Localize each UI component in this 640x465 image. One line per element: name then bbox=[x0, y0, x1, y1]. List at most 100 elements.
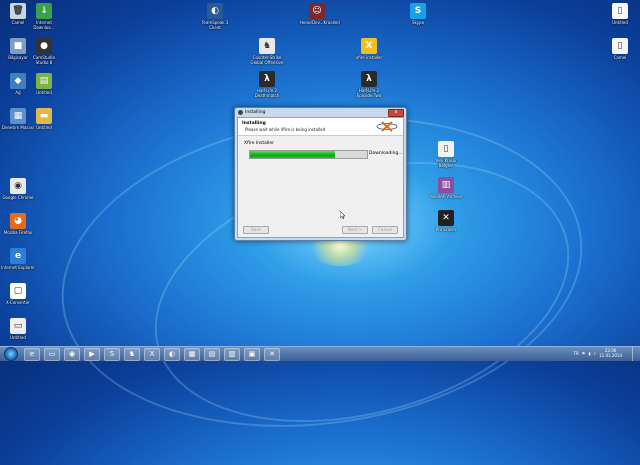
xfire-title-icon bbox=[238, 109, 243, 115]
cancel-button[interactable]: Cancel bbox=[372, 226, 398, 234]
desktop-icon-label: Untitled bbox=[10, 335, 26, 340]
document-icon: ▢ bbox=[10, 283, 26, 299]
desktop-icon-label: Counter-Strike Global Offensive bbox=[250, 55, 284, 65]
section-label: Xfire Installer bbox=[244, 141, 275, 146]
desktop-icon-label: TeamSpeak 3 Client bbox=[201, 20, 229, 30]
taskbar-app-icon[interactable]: e bbox=[24, 347, 40, 361]
desktop-icon-label: X-Converter bbox=[6, 300, 30, 305]
volume-icon[interactable]: ♪ bbox=[594, 351, 597, 356]
taskbar-app-icon[interactable]: ◐ bbox=[164, 347, 180, 361]
desktop-icon[interactable]: ▯ Yeni Klasör Belgesi bbox=[429, 141, 463, 168]
desktop-icon-label: Untitled bbox=[612, 20, 628, 25]
taskbar: e ▭ ◉ ▶ S ♞ X ◐ ▦ ▤ ▥ ▣ ✕ TR ⚑ ▮ ♪ 23:36 11.01.2014 bbox=[0, 346, 640, 361]
pinned-apps: e ▭ ◉ ▶ S ♞ X ◐ ▦ ▤ ▥ ▣ ✕ bbox=[24, 347, 284, 361]
desktop-icon-label: xfire installer bbox=[355, 55, 383, 60]
installer-body: Installing Please wait while Xfire is be… bbox=[237, 117, 404, 238]
desktop-icon-label: Internet Downloa... bbox=[33, 20, 55, 30]
desktop-icon[interactable]: ◉ Google Chrome bbox=[1, 178, 35, 200]
clock-date: 11.01.2014 bbox=[599, 353, 622, 358]
desktop-icon[interactable]: S Skype bbox=[401, 3, 435, 25]
desktop-icon[interactable]: ● CamStudio Studio 8 bbox=[27, 38, 61, 65]
desktop-icon[interactable]: e Internet Explorer bbox=[1, 248, 35, 270]
computer-icon: ■ bbox=[10, 38, 26, 54]
desktop-icon-label: Internet Explorer bbox=[1, 265, 35, 270]
taskbar-app-icon[interactable]: ♞ bbox=[124, 347, 140, 361]
desktop-icon[interactable]: λ Half-Life 2 Deathmatch bbox=[250, 71, 284, 98]
desktop-icon-label: Mozilla Firefox bbox=[3, 230, 33, 235]
internet-download-manager-icon: ↓ bbox=[36, 3, 52, 19]
progress-bar bbox=[249, 150, 368, 159]
back-button[interactable]: Back bbox=[243, 226, 269, 234]
desktop-icon-label: Yeni Klasör Belgesi bbox=[435, 158, 457, 168]
xfire-logo-icon bbox=[376, 121, 398, 132]
xfire-icon: X bbox=[361, 38, 377, 54]
blank-document-icon: ▭ bbox=[10, 318, 26, 334]
flag-icon[interactable]: ⚑ bbox=[582, 351, 586, 356]
network-tray-icon[interactable]: ▮ bbox=[588, 351, 590, 356]
internet-explorer-icon: e bbox=[10, 248, 26, 264]
start-button[interactable] bbox=[4, 347, 18, 361]
mouse-pointer-icon bbox=[340, 211, 345, 219]
network-icon: ◆ bbox=[10, 73, 26, 89]
clock[interactable]: 23:36 11.01.2014 bbox=[599, 348, 622, 358]
desktop-icon[interactable]: ▭ Untitled bbox=[1, 318, 35, 340]
game-avatar-icon: ☺ bbox=[309, 3, 325, 19]
desktop-icon[interactable]: ▤ Untitled bbox=[27, 73, 61, 95]
installer-header: Installing Please wait while Xfire is be… bbox=[238, 118, 403, 136]
desktop-icon[interactable]: ◕ Mozilla Firefox bbox=[1, 213, 35, 235]
taskbar-app-icon[interactable]: ✕ bbox=[264, 347, 280, 361]
show-desktop-button[interactable] bbox=[632, 347, 640, 361]
desktop-icon-label: Untitled bbox=[36, 125, 52, 130]
desktop-icon[interactable]: ▯ Untitled bbox=[603, 3, 637, 25]
desktop-icon[interactable]: ☺ HonorDev...Kraalleri bbox=[300, 3, 341, 25]
recycle-bin-icon: 🗑 bbox=[10, 3, 26, 19]
desktop-icon-label: WinRAR Archive bbox=[430, 194, 462, 199]
desktop-icon[interactable]: ▢ X-Converter bbox=[1, 283, 35, 305]
desktop-icon[interactable]: ↓ Internet Downloa... bbox=[27, 3, 61, 30]
taskbar-app-icon[interactable]: ▤ bbox=[204, 347, 220, 361]
desktop-icon-label: Google Chrome bbox=[2, 195, 34, 200]
desktop-icon[interactable]: ▥ WinRAR Archive bbox=[429, 177, 463, 199]
close-button[interactable]: x bbox=[388, 109, 404, 117]
window-title: Installing bbox=[245, 109, 266, 115]
desktop-icon-label: Half-Life 2 Deathmatch bbox=[254, 88, 280, 98]
half-life-icon: λ bbox=[259, 71, 275, 87]
taskbar-app-icon[interactable]: ◉ bbox=[64, 347, 80, 361]
header-title: Installing bbox=[242, 121, 266, 126]
status-text: Downloading... bbox=[369, 151, 403, 156]
desktop-icon-label: Skype bbox=[411, 20, 425, 25]
taskbar-app-icon[interactable]: ▦ bbox=[184, 347, 200, 361]
desktop-icon[interactable]: ✕ Pro Eraser bbox=[429, 210, 463, 232]
chrome-icon: ◉ bbox=[10, 178, 26, 194]
desktop-icon[interactable]: ▬ Untitled bbox=[27, 108, 61, 130]
desktop-icon[interactable]: λ Half-Life 2 Episode Two bbox=[352, 71, 386, 98]
file2-icon: ▯ bbox=[612, 38, 628, 54]
taskbar-app-icon[interactable]: X bbox=[144, 347, 160, 361]
desktop-icon-label: Untitled bbox=[36, 90, 52, 95]
taskbar-app-icon[interactable]: S bbox=[104, 347, 120, 361]
next-button[interactable]: Next > bbox=[342, 226, 368, 234]
desktop-icon[interactable]: Xxfire installer bbox=[352, 38, 386, 60]
taskbar-app-icon[interactable]: ▭ bbox=[44, 347, 60, 361]
notepad-icon: ▤ bbox=[36, 73, 52, 89]
desktop-icon-label: Pro Eraser bbox=[435, 227, 457, 232]
firefox-icon: ◕ bbox=[10, 213, 26, 229]
taskbar-app-icon[interactable]: ▥ bbox=[224, 347, 240, 361]
desktop-icon[interactable]: ◐ TeamSpeak 3 Client bbox=[198, 3, 232, 30]
teamspeak-icon: ◐ bbox=[207, 3, 223, 19]
file-icon: ▯ bbox=[612, 3, 628, 19]
desktop-icon-label: HonorDev...Kraalleri bbox=[300, 20, 341, 25]
title-bar[interactable]: Installing bbox=[235, 108, 406, 116]
skype-icon: S bbox=[410, 3, 426, 19]
eraser-app-icon: ✕ bbox=[438, 210, 454, 226]
desktop-icon[interactable]: ▯ Camel bbox=[603, 38, 637, 60]
language-indicator[interactable]: TR bbox=[574, 351, 579, 356]
installer-window[interactable]: Installing x Installing Please wait whil… bbox=[234, 107, 407, 241]
half-life-episode-icon: λ bbox=[361, 71, 377, 87]
taskbar-app-icon[interactable]: ▣ bbox=[244, 347, 260, 361]
desktop-icon[interactable]: ♞ Counter-Strike Global Offensive bbox=[250, 38, 284, 65]
desktop-icon-label: Camel bbox=[613, 55, 627, 60]
system-tray: TR ⚑ ▮ ♪ 23:36 11.01.2014 bbox=[574, 348, 623, 358]
desktop-icon-label: CamStudio Studio 8 bbox=[33, 55, 55, 65]
taskbar-app-icon[interactable]: ▶ bbox=[84, 347, 100, 361]
